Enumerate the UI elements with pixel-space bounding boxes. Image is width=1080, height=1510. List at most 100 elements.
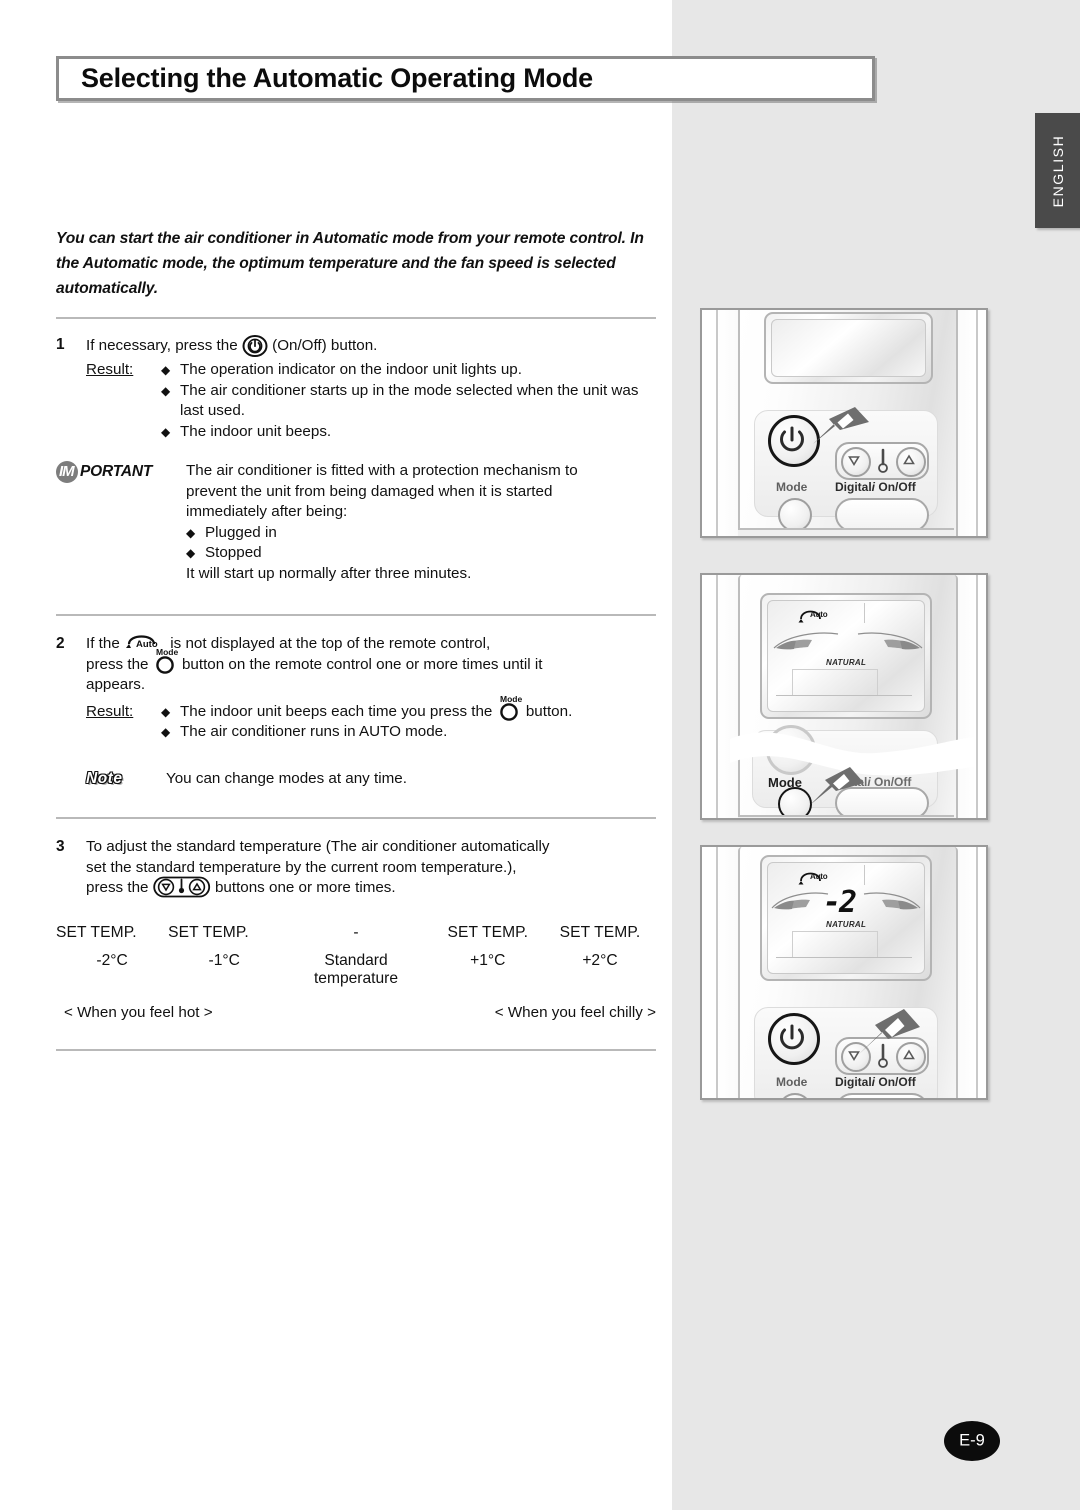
important-bullet-text: Plugged in [205, 523, 277, 541]
remote-lcd-screen [764, 312, 933, 384]
digital-onoff-button[interactable] [835, 498, 929, 532]
step-1: 1 If necessary, press the (On/Off) butto… [56, 335, 656, 442]
remote-left-edge [716, 847, 740, 1098]
diamond-icon: ◆ [186, 546, 196, 560]
lcd-inner [771, 319, 926, 377]
temp-header-cell: - [353, 923, 359, 941]
step-3-line-1: To adjust the standard temperature (The … [86, 838, 550, 855]
temp-header-cell: SET TEMP. [559, 923, 641, 941]
step-2-line2-b: button on the remote control one or more… [181, 655, 543, 673]
step-3-number: 3 [56, 838, 65, 855]
bullet-text-a: The indoor unit beeps each time you pres… [180, 702, 493, 720]
lcd-top-segment [778, 865, 865, 885]
power-button[interactable] [768, 1013, 820, 1065]
temp-updown-icon [153, 876, 211, 898]
step-1-result-label: Result: [86, 361, 134, 378]
onoff-text: On/Off [878, 480, 916, 494]
temp-scale-header-row: SET TEMP. SET TEMP. - SET TEMP. SET TEMP… [56, 924, 656, 942]
temp-value-cell: Standard temperature [313, 951, 399, 987]
step-2-body: If the Auto is not displayed at the top … [86, 634, 656, 789]
note-text: You can change modes at any time. [166, 769, 407, 787]
step-2-result-bullets: ◆ The indoor unit beeps each time you pr… [161, 694, 656, 743]
step-2-line1-b: is not displayed at the top of the remot… [170, 635, 491, 652]
language-tab-english: ENGLISH [1035, 113, 1080, 228]
step-3: 3 To adjust the standard temperature (Th… [56, 837, 656, 899]
page-title: Selecting the Automatic Operating Mode [81, 62, 593, 93]
remote-temp-buttons-illustration: Auto -2 NATURAL Mode Digitali On/Off [700, 845, 988, 1100]
important-bullet-text: Stopped [205, 544, 262, 561]
remote-lcd-screen: Auto NATURAL [760, 593, 932, 719]
mode-label: Mode [776, 480, 808, 494]
page-number-label: E-9 [959, 1431, 985, 1450]
temperature-scale-table: SET TEMP. SET TEMP. - SET TEMP. SET TEMP… [56, 924, 656, 1021]
important-line: immediately after being: [186, 503, 348, 520]
diamond-icon: ◆ [161, 704, 171, 719]
step-3-line3-a: press the [86, 879, 149, 897]
important-bullet: ◆ Plugged in [186, 523, 656, 544]
bullet-text: The indoor unit beeps. [180, 422, 332, 440]
important-line: prevent the unit from being damaged when… [186, 482, 553, 500]
remote-left-edge [716, 310, 740, 536]
language-tab-label: ENGLISH [1049, 134, 1066, 207]
page-title-box: Selecting the Automatic Operating Mode [56, 56, 875, 101]
mode-button-icon: Mode [497, 694, 522, 722]
temp-up-button[interactable] [896, 447, 926, 477]
important-body: The air conditioner is fitted with a pro… [186, 461, 656, 584]
remote-left-edge [716, 575, 740, 818]
temp-header-cell: SET TEMP. [447, 923, 529, 941]
temp-value-cell: -2°C [96, 951, 128, 969]
important-block: IM PORTANT The air conditioner is fitted… [56, 461, 656, 584]
lcd-baseline [776, 957, 912, 958]
step-2-line1-a: If the [86, 635, 120, 652]
note-label: Note [86, 769, 123, 787]
bullet-item: ◆ The air conditioner runs in AUTO mode. [161, 722, 656, 743]
svg-text:Mode: Mode [156, 647, 178, 657]
step-2-result: Result: ◆ The indoor unit beeps each tim… [86, 694, 656, 743]
lcd-natural-label: NATURAL [826, 658, 867, 667]
temp-header-cell: SET TEMP. [168, 923, 249, 941]
divider-4 [56, 1048, 656, 1051]
step-1-text-before: If necessary, press the [86, 337, 238, 355]
cursor-arrow-icon [806, 753, 878, 816]
step-1-result: Result: ◆ The operation indicator on the… [86, 360, 656, 442]
bullet-text: The air conditioner starts up in the mod… [180, 381, 639, 420]
diamond-icon: ◆ [161, 725, 171, 739]
step-3-line3-b: buttons one or more times. [214, 879, 396, 897]
bullet-item: ◆ The indoor unit beeps each time you pr… [161, 694, 656, 723]
svg-text:Mode: Mode [500, 694, 522, 704]
intro-paragraph: You can start the air conditioner in Aut… [56, 230, 644, 297]
temp-caption-left: < When you feel hot > [64, 1003, 213, 1021]
digital-text: Digital [835, 480, 872, 494]
bullet-text: The operation indicator on the indoor un… [180, 361, 522, 378]
digital-text: Digital [835, 1075, 872, 1089]
step-2-number: 2 [56, 635, 65, 652]
lcd-inner: Auto -2 NATURAL [767, 862, 925, 974]
important-tag-rest: PORTANT [80, 463, 153, 480]
digital-i-text: i [871, 1075, 876, 1089]
diamond-icon: ◆ [186, 525, 196, 540]
temp-scale-value-row: -2°C -1°C Standard temperature +1°C +2°C [56, 952, 656, 988]
step-2-line2-a: press the [86, 655, 149, 673]
lcd-fan-right-icon [860, 891, 922, 924]
step-1-body: If necessary, press the (On/Off) button.… [86, 335, 656, 442]
diamond-icon: ◆ [161, 363, 171, 377]
step-1-line: If necessary, press the (On/Off) button. [86, 335, 656, 357]
content-column: You can start the air conditioner in Aut… [56, 226, 656, 1051]
mode-button-icon: Mode [153, 647, 178, 675]
bullet-item: ◆ The air conditioner starts up in the m… [161, 381, 656, 422]
temp-value-cell: +1°C [470, 951, 506, 969]
lcd-baseline [776, 695, 912, 696]
remote-mode-button-illustration: Auto NATURAL Mode i On/Off [700, 573, 988, 820]
remote-lcd-screen: Auto -2 NATURAL [760, 855, 932, 981]
onoff-text: On/Off [878, 1075, 916, 1089]
important-tag: IM PORTANT [56, 461, 186, 483]
digital-onoff-button[interactable] [835, 1093, 929, 1098]
mode-button[interactable] [778, 498, 812, 532]
temp-header-cell: SET TEMP. [56, 923, 137, 941]
divider-2 [56, 614, 656, 616]
temp-caption-right: < When you feel chilly > [494, 1003, 656, 1021]
bullet-text: The air conditioner runs in AUTO mode. [180, 723, 448, 740]
step-2-result-label: Result: [86, 702, 134, 720]
lcd-natural-label: NATURAL [826, 920, 867, 929]
lcd-temperature-value: -2 [823, 885, 857, 920]
